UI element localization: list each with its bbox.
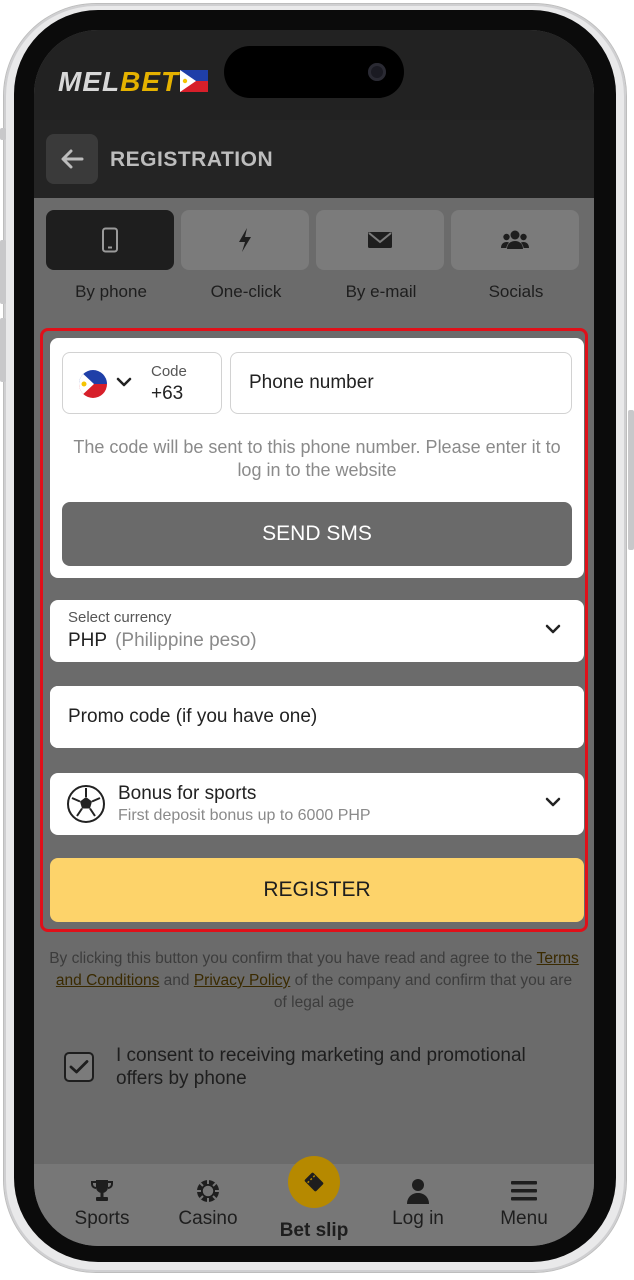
currency-select[interactable]: Select currency PHP (Philippine peso) <box>50 600 584 662</box>
country-code-selector[interactable]: Code +63 <box>62 352 222 414</box>
register-button[interactable]: REGISTER <box>50 858 584 922</box>
hamburger-menu-icon <box>511 1181 537 1201</box>
currency-label: Select currency <box>68 609 172 626</box>
sms-hint-text: The code will be sent to this phone numb… <box>73 437 561 480</box>
logo-text-bet: BET <box>120 66 180 97</box>
terms-prefix: By clicking this button you confirm that… <box>49 950 533 967</box>
soccer-ball-icon <box>67 785 105 823</box>
title-bar: REGISTRATION <box>34 120 594 198</box>
bonus-subtitle: First deposit bonus up to 6000 PHP <box>118 807 371 824</box>
side-button <box>0 128 6 140</box>
registration-method-tabs: By phone One-click By e-mail Socials <box>34 198 594 328</box>
camera-icon <box>368 63 386 81</box>
checkmark-icon <box>69 1060 89 1074</box>
nav-icon <box>474 1176 574 1206</box>
tab-box <box>46 210 174 270</box>
bottom-nav: Sports Casino Bet slip Log in Menu <box>34 1156 594 1246</box>
nav-bet-slip-button[interactable] <box>288 1156 340 1208</box>
lightning-icon <box>239 228 251 252</box>
logo-text-mel: MEL <box>58 66 121 97</box>
currency-name: (Philippine peso) <box>115 630 257 651</box>
terms-suffix: of the company and confirm that you are … <box>273 972 573 1011</box>
philippines-flag-icon <box>79 370 107 398</box>
page-title: REGISTRATION <box>110 148 274 171</box>
tab-label: By phone <box>75 282 147 301</box>
volume-down-button <box>0 318 6 382</box>
chevron-down-icon <box>545 797 561 807</box>
nav-icon <box>368 1176 468 1206</box>
terms-notice: By clicking this button you confirm that… <box>48 948 580 1014</box>
tab-label: Socials <box>488 282 544 301</box>
nav-icon <box>52 1176 152 1206</box>
nav-label: Casino <box>178 1208 238 1229</box>
terms-and: and <box>163 972 190 989</box>
bonus-select[interactable]: Bonus for sports First deposit bonus up … <box>50 773 584 835</box>
nav-casino[interactable]: Casino <box>158 1176 258 1230</box>
back-button[interactable] <box>46 134 98 184</box>
tab-one-click[interactable]: One-click <box>181 210 311 301</box>
nav-label: Log in <box>392 1208 444 1229</box>
power-button <box>628 410 634 550</box>
nav-label: Sports <box>74 1208 130 1229</box>
promo-code-input[interactable] <box>50 686 584 748</box>
promo-code-card <box>50 686 584 748</box>
nav-bet-slip-label[interactable]: Bet slip <box>264 1220 364 1242</box>
melbet-logo[interactable]: MELBET <box>58 66 179 98</box>
consent-text: I consent to receiving marketing and pro… <box>116 1045 526 1089</box>
bonus-title: Bonus for sports <box>118 783 257 804</box>
screen: MELBET REGISTRATION By phone One-click B… <box>34 30 594 1246</box>
casino-chip-icon <box>197 1180 219 1202</box>
philippines-flag-icon <box>180 70 208 92</box>
tab-label: One-click <box>210 282 282 301</box>
nav-log-in[interactable]: Log in <box>368 1176 468 1230</box>
phone-number-input[interactable] <box>230 352 572 414</box>
tab-socials[interactable]: Socials <box>451 210 581 301</box>
nav-menu[interactable]: Menu <box>474 1176 574 1230</box>
tab-by-email[interactable]: By e-mail <box>316 210 446 301</box>
code-value: +63 <box>151 383 184 404</box>
tab-by-phone[interactable]: By phone <box>46 210 176 301</box>
send-sms-button[interactable]: SEND SMS <box>62 502 572 566</box>
users-icon <box>501 230 529 249</box>
volume-up-button <box>0 240 6 304</box>
nav-icon <box>158 1176 258 1206</box>
tab-box <box>451 210 579 270</box>
tab-label: By e-mail <box>345 282 417 301</box>
smartphone-icon <box>102 227 118 253</box>
envelope-icon <box>368 232 392 248</box>
currency-code: PHP <box>68 630 108 651</box>
consent-checkbox[interactable] <box>64 1052 94 1082</box>
dynamic-island <box>224 46 404 98</box>
tab-box <box>181 210 309 270</box>
chevron-down-icon <box>545 624 561 634</box>
chevron-down-icon <box>116 377 132 387</box>
nav-sports[interactable]: Sports <box>52 1176 152 1230</box>
code-label: Code <box>151 363 187 380</box>
phone-registration-card: Code +63 The code will be sent to this p… <box>50 338 584 578</box>
trophy-icon <box>91 1180 113 1201</box>
arrow-left-icon <box>61 149 84 169</box>
user-icon <box>407 1179 429 1204</box>
currency-value: PHP (Philippine peso) <box>68 630 257 652</box>
tab-box <box>316 210 444 270</box>
ticket-icon <box>304 1172 324 1192</box>
top-bar: MELBET <box>34 30 594 120</box>
nav-label: Menu <box>500 1208 548 1229</box>
privacy-policy-link[interactable]: Privacy Policy <box>194 972 290 989</box>
